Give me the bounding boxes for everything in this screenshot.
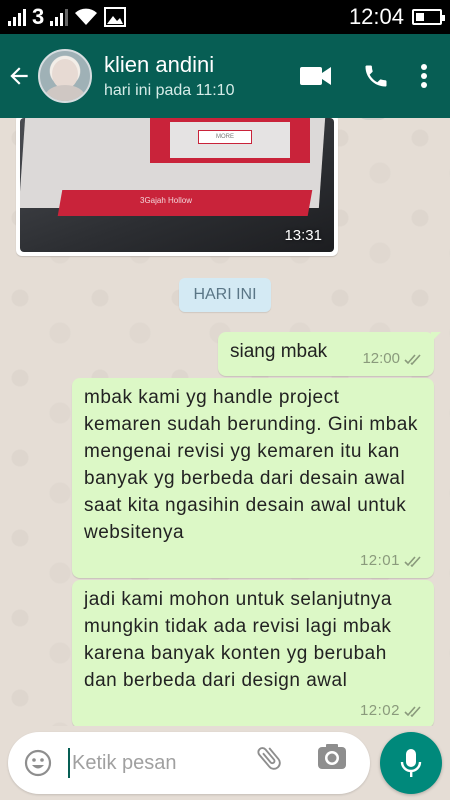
more-options-icon[interactable] — [420, 63, 428, 89]
gallery-notification-icon — [104, 7, 127, 27]
date-divider: HARI INI — [179, 278, 271, 312]
image-message[interactable]: MORE 3Gajah Hollow 13:31 — [16, 118, 338, 256]
outgoing-message[interactable]: jadi kami mohon untuk selanjutnya mungki… — [72, 580, 434, 726]
outgoing-message[interactable]: siang mbak 12:00 — [218, 332, 441, 376]
avatar[interactable] — [38, 49, 92, 103]
signal-strength-icon — [8, 8, 26, 26]
status-bar: 3 12:04 — [0, 0, 450, 34]
microphone-icon — [400, 749, 422, 777]
back-button[interactable] — [0, 34, 38, 118]
image-button-text: MORE — [198, 130, 252, 144]
text-cursor — [68, 748, 70, 778]
status-clock: 12:04 — [348, 4, 404, 29]
battery-icon — [412, 9, 445, 25]
message-input[interactable] — [72, 751, 252, 775]
phone-call-icon[interactable] — [362, 62, 390, 90]
back-arrow-icon — [10, 67, 28, 85]
emoji-icon — [24, 749, 52, 777]
emoji-button[interactable] — [8, 732, 68, 794]
carrier-icon: 3 — [32, 4, 45, 29]
message-time: 12:00 — [362, 350, 400, 367]
outgoing-message[interactable]: mbak kami yg handle project kemaren suda… — [72, 378, 434, 578]
double-check-read-icon — [404, 705, 421, 717]
image-thumbnail[interactable]: MORE 3Gajah Hollow 13:31 — [20, 118, 334, 252]
image-message-time: 13:31 — [284, 227, 322, 244]
message-time: 12:02 — [359, 702, 400, 719]
scroll-indicator[interactable] — [356, 118, 390, 120]
message-composer — [0, 726, 450, 800]
voice-message-button[interactable] — [380, 732, 442, 794]
wifi-icon — [75, 8, 98, 25]
signal-strength-2-icon — [50, 8, 69, 26]
message-text: jadi kami mohon untuk selanjutnya mungki… — [84, 589, 393, 691]
chat-conversation[interactable]: MORE 3Gajah Hollow 13:31 HARI INI siang … — [0, 118, 450, 726]
message-text: mbak kami yg handle project kemaren suda… — [84, 387, 418, 543]
image-caption-text: 3Gajah Hollow — [140, 196, 193, 205]
attach-icon[interactable] — [254, 742, 284, 774]
message-time: 12:01 — [359, 552, 400, 569]
camera-icon[interactable] — [316, 742, 348, 772]
contact-name: klien andini — [104, 51, 215, 77]
contact-info[interactable]: klien andini hari ini pada 11:10 — [104, 52, 300, 100]
double-check-read-icon — [404, 555, 421, 567]
last-seen-status: hari ini pada 11:10 — [104, 82, 235, 100]
double-check-read-icon — [404, 353, 421, 365]
chat-header: klien andini hari ini pada 11:10 — [0, 34, 450, 118]
video-call-icon[interactable] — [300, 65, 332, 87]
